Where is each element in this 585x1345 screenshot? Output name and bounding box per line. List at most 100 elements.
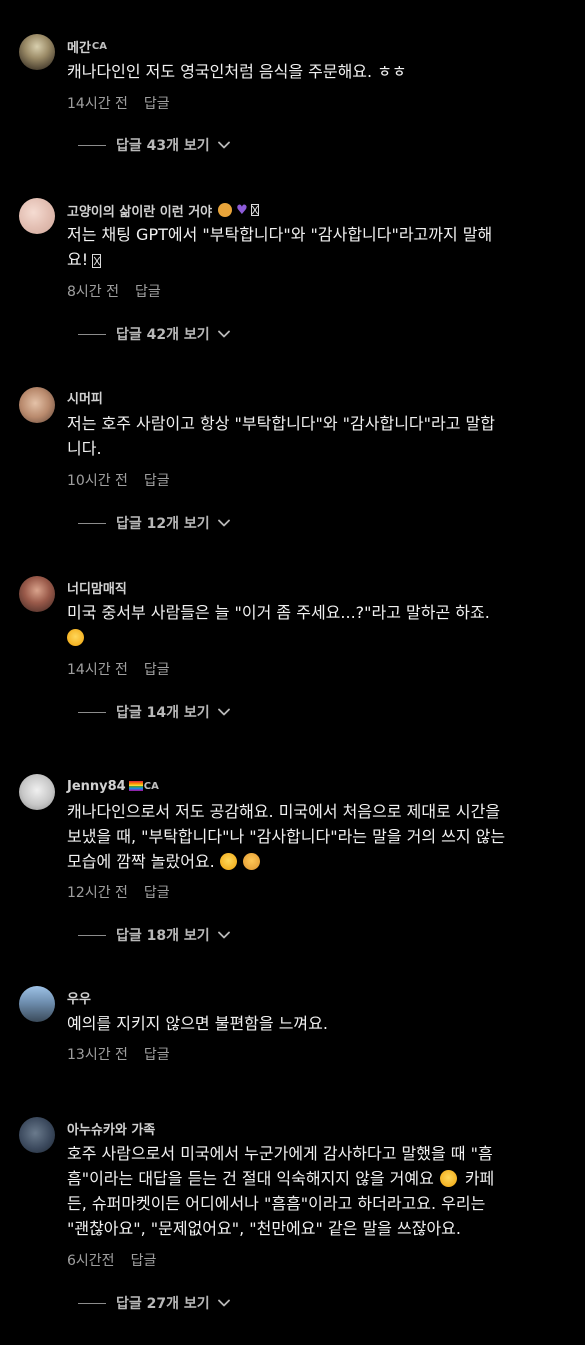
comment-line-text: 요! [67,250,89,269]
avatar[interactable] [19,198,55,234]
comment-line: 모습에 깜짝 놀랐어요. [67,849,577,874]
username[interactable]: 너디맘매직 [67,578,127,597]
reply-button[interactable]: 답글 [131,1250,157,1270]
comment-header: Jenny84 CA [67,776,159,796]
comment-line: 저는 채팅 GPT에서 "부탁합니다"와 "감사합니다"라고까지 말해 [67,225,493,244]
comment-meta: 13시간 전 답글 [67,1044,170,1064]
comment-line: 캐나다인으로서 저도 공감해요. 미국에서 처음으로 제대로 시간을 [67,802,501,821]
laughing-emoji-icon [67,629,84,646]
comment-line: 요! [67,247,577,272]
chevron-down-icon [217,139,230,151]
comment-text: 캐나다인인 저도 영국인처럼 음식을 주문해요. ㅎㅎ [67,59,577,84]
view-replies-button[interactable]: 답글 12개 보기 [78,511,230,535]
comment-meta: 14시간 전 답글 [67,93,170,113]
avatar[interactable] [19,986,55,1022]
comment-line: 미국 중서부 사람들은 늘 "이거 좀 주세요...?"라고 말하곤 하죠. [67,603,490,622]
timestamp: 13시간 전 [67,1047,128,1063]
comment-meta: 8시간 전 답글 [67,281,161,301]
reply-button[interactable]: 답글 [144,882,170,902]
divider [78,711,106,713]
comment-line-text: 모습에 깜짝 놀랐어요. [67,852,215,871]
comment-line-text: 흠"이라는 대답을 듣는 건 절대 익숙해지지 않을 거예요 [67,1169,434,1188]
comment-text: 저는 호주 사람이고 항상 "부탁합니다"와 "감사합니다"라고 말합 니다. [67,411,577,461]
comment-line-text: 카페 [464,1169,495,1188]
reply-button[interactable]: 답글 [144,470,170,490]
timestamp: 14시간 전 [67,96,128,112]
comment-header: 너디맘매직 [67,577,127,597]
view-replies-button[interactable]: 답글 14개 보기 [78,700,230,724]
reply-button[interactable]: 답글 [144,659,170,679]
avatar[interactable] [19,576,55,612]
missing-glyph-icon [92,253,102,268]
cat-emoji-icon [218,203,233,217]
avatar[interactable] [19,387,55,423]
comment-header: 우우 [67,987,91,1007]
comment-line: 니다. [67,439,102,458]
comment-line: 예의를 지키지 않으면 불편함을 느껴요. [67,1014,328,1033]
reply-button[interactable]: 답글 [135,281,161,301]
comment-line: 보냈을 때, "부탁합니다"나 "감사합니다"라는 말을 거의 쓰지 않는 [67,827,506,846]
comment-text: 호주 사람으로서 미국에서 누군가에게 감사하다고 말했을 때 "흠 흠"이라는… [67,1141,577,1241]
comment-header: 아누슈카와 가족 [67,1118,155,1138]
chevron-down-icon [217,328,230,340]
timestamp: 8시간 전 [67,284,119,300]
comment-meta: 14시간 전 답글 [67,659,170,679]
comment-meta: 6시간전 답글 [67,1250,156,1270]
view-replies-button[interactable]: 답글 27개 보기 [78,1291,230,1315]
divider [78,144,106,146]
comment-header: 고양이의 삶이란 이런 거야 ♥ [67,200,259,220]
divider [78,934,106,936]
timestamp: 6시간전 [67,1253,115,1269]
username[interactable]: 메간 [67,37,91,56]
divider [78,522,106,524]
comment-line: 흠"이라는 대답을 듣는 건 절대 익숙해지지 않을 거예요 카페 [67,1166,577,1191]
comment-line: 저는 호주 사람이고 항상 "부탁합니다"와 "감사합니다"라고 말합 [67,414,495,433]
view-replies-label: 답글 18개 보기 [116,928,210,944]
comment-text: 미국 중서부 사람들은 늘 "이거 좀 주세요...?"라고 말하곤 하죠. [67,600,577,650]
avatar[interactable] [19,34,55,70]
view-replies-button[interactable]: 답글 42개 보기 [78,322,230,346]
view-replies-label: 답글 43개 보기 [116,138,210,154]
country-flair: CA [91,40,107,52]
reply-button[interactable]: 답글 [144,93,170,113]
laughing-emoji-icon [439,1170,457,1187]
comment-text: 저는 채팅 GPT에서 "부탁합니다"와 "감사합니다"라고까지 말해 요! [67,222,577,272]
comment-line: 호주 사람으로서 미국에서 누군가에게 감사하다고 말했을 때 "흠 [67,1144,493,1163]
comment-meta: 12시간 전 답글 [67,882,170,902]
username[interactable]: 우우 [67,988,91,1007]
view-replies-button[interactable]: 답글 43개 보기 [78,133,230,157]
timestamp: 10시간 전 [67,473,128,489]
username[interactable]: 시머피 [67,388,103,407]
view-replies-button[interactable]: 답글 18개 보기 [78,923,230,947]
comment-header: 메간 CA [67,36,107,56]
username[interactable]: 아누슈카와 가족 [67,1119,155,1138]
view-replies-label: 답글 12개 보기 [116,516,210,532]
username[interactable]: Jenny84 [67,779,126,794]
comment-header: 시머피 [67,387,103,407]
missing-glyph-icon [250,204,259,216]
timestamp: 14시간 전 [67,662,128,678]
view-replies-label: 답글 27개 보기 [116,1296,210,1312]
view-replies-label: 답글 42개 보기 [116,327,210,343]
avatar[interactable] [19,774,55,810]
cat-emoji-icon [242,853,260,870]
divider [78,333,106,335]
view-replies-label: 답글 14개 보기 [116,705,210,721]
purple-heart-icon: ♥ [236,202,248,218]
comment-text: 예의를 지키지 않으면 불편함을 느껴요. [67,1011,577,1036]
comment-line: "괜찮아요", "문제없어요", "천만에요" 같은 말을 쓰잖아요. [67,1219,461,1238]
chevron-down-icon [217,706,230,718]
username[interactable]: 고양이의 삶이란 이런 거야 [67,201,212,220]
comment-text: 캐나다인으로서 저도 공감해요. 미국에서 처음으로 제대로 시간을 보냈을 때… [67,799,577,874]
chevron-down-icon [217,517,230,529]
reply-button[interactable]: 답글 [144,1044,170,1064]
chevron-down-icon [217,1297,230,1309]
chevron-down-icon [217,929,230,941]
avatar[interactable] [19,1117,55,1153]
comment-line: 캐나다인인 저도 영국인처럼 음식을 주문해요. ㅎㅎ [67,62,407,81]
pride-flag-icon [128,781,143,791]
country-flair: CA [143,780,159,792]
comment-line [67,625,577,650]
divider [78,1302,106,1304]
squinting-tongue-emoji-icon [219,853,237,870]
